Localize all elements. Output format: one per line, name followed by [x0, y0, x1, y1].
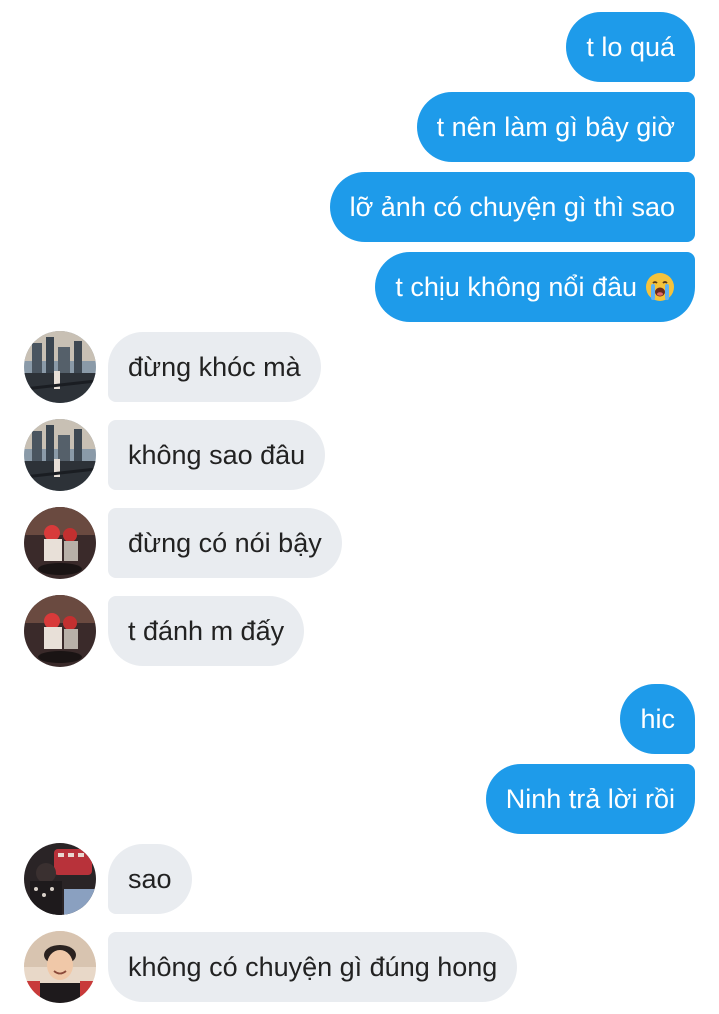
outgoing-message[interactable]: t nên làm gì bây giờ	[416, 92, 695, 162]
incoming-message[interactable]: sao	[108, 844, 192, 914]
incoming-message[interactable]: đừng có nói bậy	[108, 508, 342, 578]
message-text: t nên làm gì bây giờ	[436, 111, 675, 142]
message-text: không có chuyện gì đúng hong	[128, 951, 498, 982]
message-text: t đánh m đấy	[128, 615, 285, 646]
message-text: không sao đâu	[128, 439, 306, 470]
message-text: đừng có nói bậy	[128, 527, 322, 558]
motorbike-riders-photo-icon	[24, 507, 96, 579]
avatar[interactable]	[24, 419, 96, 491]
city-street-photo-icon	[24, 331, 96, 403]
message-text: t chịu không nổi đâu	[395, 271, 637, 302]
incoming-message[interactable]: đừng khóc mà	[108, 332, 321, 402]
avatar[interactable]	[24, 595, 96, 667]
red-cap-person-photo-icon	[24, 843, 96, 915]
incoming-message[interactable]: không sao đâu	[108, 420, 326, 490]
outgoing-message[interactable]: t lo quá	[566, 12, 695, 82]
outgoing-message[interactable]: lỡ ảnh có chuyện gì thì sao	[329, 172, 695, 242]
smiling-man-photo-icon	[24, 931, 96, 1003]
message-text: sao	[128, 863, 172, 894]
incoming-message[interactable]: t đánh m đấy	[108, 596, 305, 666]
message-text: Ninh trả lời rồi	[505, 783, 675, 814]
message-text: hic	[640, 703, 675, 734]
message-text: t lo quá	[586, 31, 675, 62]
incoming-message[interactable]: không có chuyện gì đúng hong	[108, 932, 518, 1002]
avatar[interactable]	[24, 507, 96, 579]
outgoing-message[interactable]: t chịu không nổi đâu	[375, 252, 695, 322]
message-text: đừng khóc mà	[128, 351, 301, 382]
outgoing-message[interactable]: Ninh trả lời rồi	[485, 764, 695, 834]
outgoing-message[interactable]: hic	[620, 684, 695, 754]
avatar[interactable]	[24, 331, 96, 403]
avatar[interactable]	[24, 931, 96, 1003]
city-street-photo-icon	[24, 419, 96, 491]
chat-thread: t lo quá t nên làm gì bây giờ lỡ ảnh có …	[0, 0, 719, 1014]
avatar[interactable]	[24, 843, 96, 915]
message-text: lỡ ảnh có chuyện gì thì sao	[349, 191, 675, 222]
motorbike-riders-photo-icon	[24, 595, 96, 667]
loudly-crying-face-icon	[645, 272, 675, 302]
